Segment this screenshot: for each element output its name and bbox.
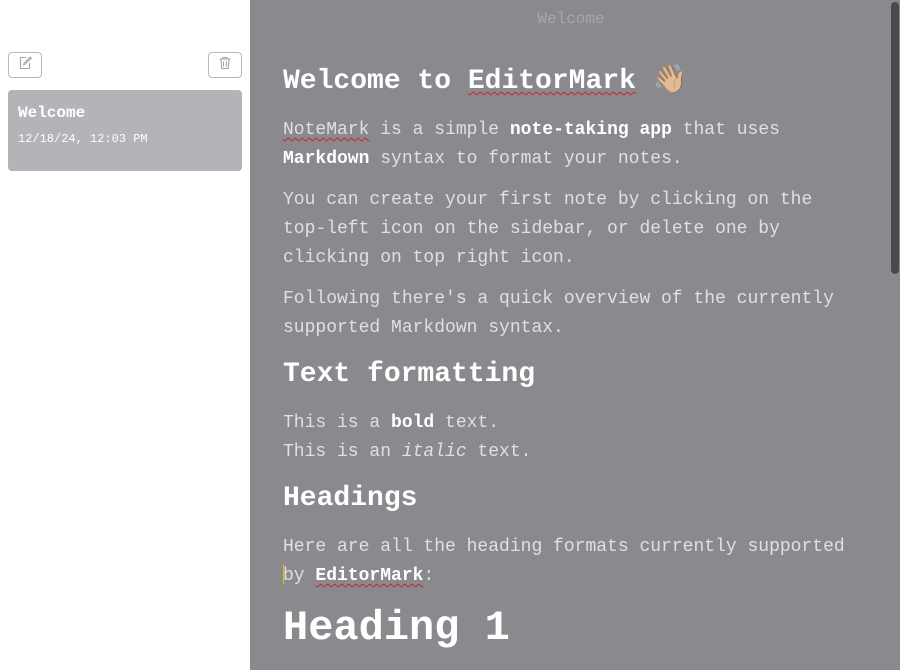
note-list-item[interactable]: Welcome 12/18/24, 12:03 PM <box>8 90 242 171</box>
document-title: Welcome <box>537 10 605 28</box>
paragraph-text: by <box>283 566 316 586</box>
markdown-content[interactable]: Welcome to EditorMark 👋🏼 NoteMark is a s… <box>283 64 863 653</box>
paragraph-text: Here are all the heading formats current… <box>283 537 845 557</box>
bold-example-line: This is a bold text. <box>283 409 863 438</box>
instructions-paragraph: You can create your first note by clicki… <box>283 190 813 268</box>
line-text: text. <box>466 442 532 462</box>
new-note-button[interactable] <box>8 52 42 78</box>
editor-scrollbar[interactable] <box>890 0 900 670</box>
intro-paragraph: NoteMark is a simple note-taking app tha… <box>283 116 863 174</box>
brand-name: EditorMark <box>467 66 636 97</box>
sidebar: Welcome 12/18/24, 12:03 PM <box>0 0 250 670</box>
note-title: Welcome <box>18 104 86 122</box>
italic-text: italic <box>401 442 467 462</box>
paragraph-text: syntax to format your notes. <box>369 149 683 169</box>
bold-text: bold <box>391 413 435 433</box>
scrollbar-thumb[interactable] <box>891 2 899 274</box>
trash-icon <box>217 55 233 76</box>
delete-note-button[interactable] <box>208 52 242 78</box>
formatting-examples: This is a bold text. This is an italic t… <box>283 409 863 467</box>
brand-name: EditorMark <box>315 566 424 586</box>
paragraph-text: is a simple <box>369 120 510 140</box>
italic-example-line: This is an italic text. <box>283 438 863 467</box>
line-text: This is an <box>283 442 402 462</box>
paragraph-line: by EditorMark: <box>283 562 863 591</box>
heading-text: Welcome to <box>283 66 468 97</box>
heading-welcome: Welcome to EditorMark 👋🏼 <box>283 64 863 100</box>
note-date: 12/18/24, 12:03 PM <box>18 132 148 146</box>
line-text: This is a <box>283 413 392 433</box>
editor-pane[interactable]: Welcome Welcome to EditorMark 👋🏼 NoteMar… <box>250 0 900 670</box>
heading-1-sample: Heading 1 <box>283 604 510 652</box>
heading-headings: Headings <box>283 483 418 514</box>
bold-text: note-taking app <box>509 120 672 140</box>
headings-intro-paragraph: Here are all the heading formats current… <box>283 533 863 591</box>
bold-text: Markdown <box>283 149 370 169</box>
paragraph-text: that uses <box>671 120 780 140</box>
paragraph-text: : <box>423 566 435 586</box>
line-text: text. <box>434 413 500 433</box>
heading-text-formatting: Text formatting <box>283 359 536 390</box>
overview-paragraph: Following there's a quick overview of th… <box>283 289 834 338</box>
brand-name: NoteMark <box>283 120 370 140</box>
waving-hand-emoji: 👋🏼 <box>652 66 688 97</box>
edit-icon <box>17 55 33 76</box>
